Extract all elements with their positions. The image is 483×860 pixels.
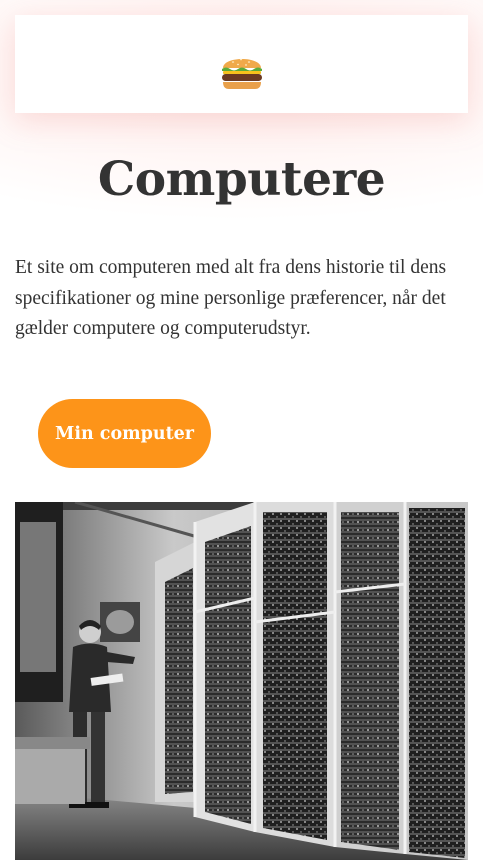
site-header [15,15,468,113]
page: Computere Et site om computeren med alt … [0,0,483,860]
hero-image [15,502,468,860]
page-title: Computere [97,152,386,207]
my-computer-button[interactable]: Min computer [38,399,211,468]
intro-text: Et site om computeren med alt fra dens h… [15,257,447,339]
hamburger-emoji-icon [221,58,262,89]
menu-toggle-button[interactable] [216,45,268,97]
mainframe-photo [15,502,468,860]
